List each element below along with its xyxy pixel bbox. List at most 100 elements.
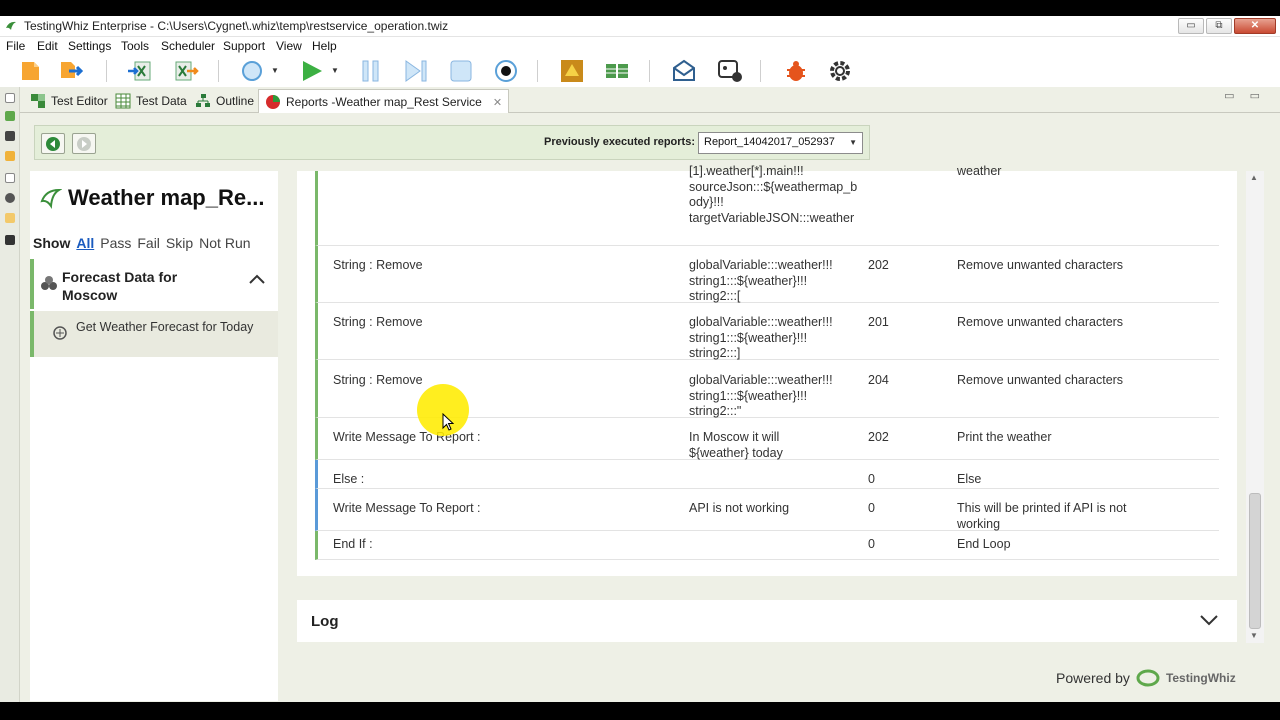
console-view-icon[interactable] bbox=[5, 235, 15, 245]
forward-button[interactable] bbox=[72, 133, 96, 154]
package-view-icon[interactable] bbox=[5, 151, 15, 161]
test-editor-icon bbox=[31, 94, 45, 108]
filter-not-run[interactable]: Not Run bbox=[199, 235, 250, 251]
forward-arrow-icon bbox=[77, 136, 91, 151]
outline-tree-icon bbox=[196, 94, 210, 107]
filter-pass[interactable]: Pass bbox=[100, 235, 131, 251]
table-row: Write Message To Report : API is not wor… bbox=[315, 489, 1219, 531]
open-file-icon[interactable] bbox=[58, 57, 86, 85]
new-file-icon[interactable] bbox=[17, 57, 45, 85]
grid-icon bbox=[115, 93, 131, 109]
result-filters: Show All Pass Fail Skip Not Run bbox=[33, 235, 251, 251]
report-content: Previously executed reports: Report_1404… bbox=[20, 113, 1280, 702]
test-case-get-weather-forecast[interactable]: Get Weather Forecast for Today bbox=[30, 311, 278, 357]
menu-settings[interactable]: Settings bbox=[68, 39, 111, 53]
step-command: Else : bbox=[333, 472, 365, 486]
email-icon[interactable] bbox=[670, 57, 698, 85]
log-title: Log bbox=[311, 613, 339, 630]
tab-test-data[interactable]: Test Data bbox=[109, 89, 193, 113]
chevron-up-icon[interactable] bbox=[248, 273, 266, 285]
menu-help[interactable]: Help bbox=[312, 39, 337, 53]
tab-test-editor-label: Test Editor bbox=[51, 94, 108, 108]
excel-export-icon[interactable] bbox=[172, 57, 200, 85]
menu-file[interactable]: File bbox=[6, 39, 25, 53]
logo-view-icon[interactable] bbox=[5, 111, 15, 121]
scroll-up-icon[interactable]: ▲ bbox=[1250, 173, 1258, 182]
filter-fail[interactable]: Fail bbox=[137, 235, 160, 251]
step-params: globalVariable:::weather!!! string1:::${… bbox=[689, 373, 833, 418]
excel-import-icon[interactable] bbox=[126, 57, 154, 85]
menu-support[interactable]: Support bbox=[223, 39, 265, 53]
menu-scheduler[interactable]: Scheduler bbox=[161, 39, 215, 53]
toolbar-separator bbox=[106, 60, 107, 82]
previous-reports-label: Previously executed reports: bbox=[544, 136, 696, 148]
back-button[interactable] bbox=[41, 133, 65, 154]
brand-name: TestingWhiz bbox=[1165, 671, 1236, 685]
step-description: Remove unwanted characters bbox=[957, 258, 1124, 272]
step-command: Write Message To Report : bbox=[333, 501, 481, 515]
toolbar-separator bbox=[649, 60, 650, 82]
report-select[interactable]: Report_14042017_052937 ▼ bbox=[698, 132, 863, 154]
run-dropdown-icon[interactable]: ▼ bbox=[331, 66, 339, 75]
test-group-forecast-moscow[interactable]: Forecast Data for Moscow bbox=[30, 259, 278, 309]
tab-reports[interactable]: Reports -Weather map_Rest Service ✕ bbox=[258, 89, 510, 114]
menu-view[interactable]: View bbox=[276, 39, 302, 53]
stop-icon[interactable] bbox=[447, 57, 475, 85]
suite-title: Weather map_Re... bbox=[40, 185, 264, 211]
step-description: Else bbox=[957, 472, 982, 486]
suite-title-text: Weather map_Re... bbox=[68, 185, 265, 210]
bot-icon[interactable] bbox=[716, 57, 744, 85]
objects-icon[interactable] bbox=[558, 57, 586, 85]
vertical-scrollbar[interactable]: ▲ ▼ bbox=[1246, 171, 1264, 643]
restore-view-icon[interactable] bbox=[5, 173, 15, 183]
test-tree-sidebar: Weather map_Re... Show All Pass Fail Ski… bbox=[30, 171, 278, 701]
browser-dropdown-icon[interactable]: ▼ bbox=[271, 66, 279, 75]
chevron-down-icon: ▼ bbox=[849, 138, 857, 147]
step-params: In Moscow it will ${weather} today bbox=[689, 430, 783, 460]
mouse-pointer-icon bbox=[442, 413, 454, 431]
step-code: 202 bbox=[868, 430, 889, 444]
table-row: String : Remove globalVariable:::weather… bbox=[315, 246, 1219, 303]
step-icon[interactable] bbox=[402, 57, 430, 85]
step-command: String : Remove bbox=[333, 258, 423, 272]
tab-outline[interactable]: Outline bbox=[189, 89, 260, 113]
filter-skip[interactable]: Skip bbox=[166, 235, 193, 251]
settings-icon[interactable] bbox=[826, 57, 854, 85]
close-button[interactable]: ✕ bbox=[1234, 18, 1276, 34]
data-table-icon[interactable] bbox=[603, 57, 631, 85]
step-code: 0 bbox=[868, 472, 875, 486]
step-code: 201 bbox=[868, 315, 889, 329]
report-select-value: Report_14042017_052937 bbox=[704, 136, 835, 148]
debug-icon[interactable] bbox=[782, 57, 810, 85]
menu-edit[interactable]: Edit bbox=[37, 39, 58, 53]
folder-view-icon[interactable] bbox=[5, 131, 15, 141]
close-tab-icon[interactable]: ✕ bbox=[493, 96, 502, 109]
filter-all[interactable]: All bbox=[76, 235, 94, 251]
browser-select-icon[interactable] bbox=[240, 57, 268, 85]
menu-tools[interactable]: Tools bbox=[121, 39, 149, 53]
test-group-label: Forecast Data for Moscow bbox=[62, 269, 178, 303]
tab-reports-label: Reports -Weather map_Rest Service bbox=[286, 95, 482, 109]
step-command: Write Message To Report : bbox=[333, 430, 481, 444]
record-icon[interactable] bbox=[492, 57, 520, 85]
scrollbar-thumb[interactable] bbox=[1249, 493, 1261, 629]
toolbar-separator bbox=[218, 60, 219, 82]
testingwhiz-logo-icon bbox=[1136, 669, 1160, 687]
restore-button[interactable]: ⧉ bbox=[1206, 18, 1232, 34]
log-panel[interactable]: Log bbox=[297, 600, 1237, 642]
minimize-button[interactable]: ▭ bbox=[1178, 18, 1204, 34]
run-icon[interactable] bbox=[298, 57, 326, 85]
scroll-down-icon[interactable]: ▼ bbox=[1250, 631, 1258, 640]
notes-view-icon[interactable] bbox=[5, 213, 15, 223]
test-suite-icon bbox=[41, 276, 57, 290]
step-code: 204 bbox=[868, 373, 889, 387]
test-case-icon bbox=[53, 326, 67, 340]
left-side-strip bbox=[0, 87, 20, 702]
pause-icon[interactable] bbox=[357, 57, 385, 85]
step-description: Remove unwanted characters bbox=[957, 315, 1124, 329]
chevron-down-icon[interactable] bbox=[1199, 613, 1219, 627]
tab-window-controls[interactable]: ▭ ▭ bbox=[1224, 89, 1266, 102]
gear-view-icon[interactable] bbox=[5, 193, 15, 203]
restore-view-icon[interactable] bbox=[5, 93, 15, 103]
tab-test-editor[interactable]: Test Editor bbox=[24, 89, 114, 113]
